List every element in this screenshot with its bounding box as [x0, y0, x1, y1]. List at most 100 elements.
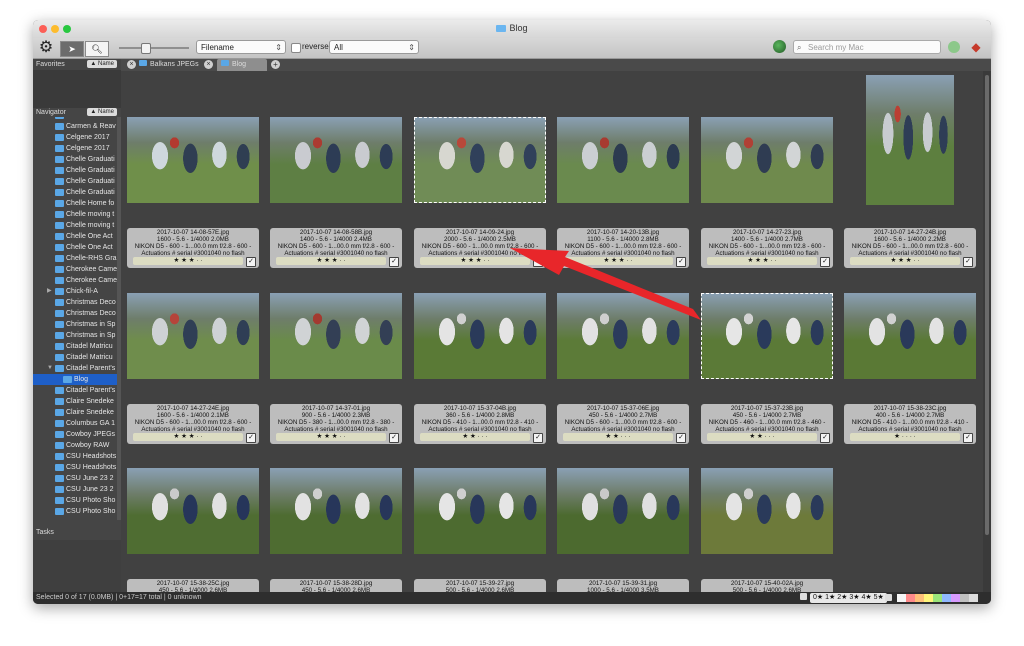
sidebar-item[interactable]: Cowboy JPEGs	[33, 429, 117, 440]
star-rating[interactable]: ★ ★ ★ · ·	[133, 433, 243, 441]
sidebar-item[interactable]: Christmas in Sp	[33, 330, 117, 341]
sidebar-item[interactable]: Blog	[33, 374, 117, 385]
photo-thumbnail[interactable]	[414, 468, 546, 554]
star-rating[interactable]: ★ ★ ★ · ·	[276, 433, 386, 441]
select-checkbox[interactable]: ✓	[246, 433, 256, 443]
pointer-tool-button[interactable]: ➤	[60, 41, 84, 57]
rating-filter-checkbox[interactable]	[800, 593, 807, 600]
sidebar-item[interactable]: CSU June 23 2	[33, 484, 117, 495]
sidebar-item[interactable]: Citadel Matricu	[33, 352, 117, 363]
star-rating[interactable]: ★ ★ ★ · ·	[563, 257, 673, 265]
thumbnail-metadata[interactable]: 2017-10-07 15-37-06E.jpg 450 - 5.6 - 1/40…	[557, 404, 689, 444]
color-label-swatch[interactable]	[933, 594, 942, 602]
sidebar-item[interactable]: Christmas Deco	[33, 308, 117, 319]
star-rating[interactable]: ★ ★ ★ · ·	[850, 257, 960, 265]
sidebar-item[interactable]: Chelle Home fo	[33, 198, 117, 209]
sidebar-item[interactable]: Citadel Parent's	[33, 385, 117, 396]
color-label-swatch[interactable]	[915, 594, 924, 602]
select-checkbox[interactable]: ✓	[820, 257, 830, 267]
rating-filter[interactable]: 0★ 1★ 2★ 3★ 4★ 5★	[800, 593, 887, 603]
color-label-swatch[interactable]	[942, 594, 951, 602]
sidebar-item[interactable]: Chelle moving t	[33, 209, 117, 220]
photo-thumbnail[interactable]	[127, 468, 259, 554]
thumbnail-metadata[interactable]: 2017-10-07 15-38-23C.jpg 400 - 5.6 - 1/40…	[844, 404, 976, 444]
sidebar-item[interactable]: Chelle moving t	[33, 220, 117, 231]
sidebar-item[interactable]: ▶ Chick-fil-A	[33, 286, 117, 297]
tab-balkans-jpegs[interactable]: Balkans JPEGs	[139, 60, 199, 70]
tab-blog-label[interactable]: Blog	[221, 60, 246, 70]
select-checkbox[interactable]: ✓	[963, 433, 973, 443]
star-rating[interactable]: ★ ★ ★ · ·	[420, 257, 530, 265]
photo-thumbnail[interactable]	[701, 468, 833, 554]
photo-thumbnail[interactable]	[270, 117, 402, 203]
photo-thumbnail[interactable]	[866, 75, 954, 205]
color-label-swatch[interactable]	[951, 594, 960, 602]
sidebar-item[interactable]: Chelle One Act	[33, 242, 117, 253]
photo-thumbnail[interactable]	[270, 293, 402, 379]
sidebar-item[interactable]: Celgene 2017	[33, 132, 117, 143]
sidebar-item[interactable]: Citadel Matricu	[33, 341, 117, 352]
sidebar-item[interactable]: CSU Headshots	[33, 462, 117, 473]
thumbnail-metadata[interactable]: 2017-10-07 14-27-23.jpg 1400 - 5.6 - 1/40…	[701, 228, 833, 268]
thumbnail-size-slider[interactable]	[119, 47, 189, 49]
close-tab-icon[interactable]: ×	[127, 60, 136, 69]
rating-filter-stars[interactable]: 0★ 1★ 2★ 3★ 4★ 5★	[810, 593, 887, 603]
reverse-checkbox[interactable]	[291, 43, 301, 53]
thumbnail-size-slider-knob[interactable]	[141, 43, 151, 54]
sidebar-item[interactable]: CSU June 23 2	[33, 473, 117, 484]
select-checkbox[interactable]: ✓	[533, 257, 543, 267]
content-scrollbar-thumb[interactable]	[985, 75, 989, 535]
photo-thumbnail[interactable]	[701, 117, 833, 203]
content-scrollbar[interactable]	[983, 71, 991, 592]
photo-thumbnail[interactable]	[414, 293, 546, 379]
photo-thumbnail[interactable]	[557, 293, 689, 379]
photo-thumbnail[interactable]	[844, 293, 976, 379]
color-label-swatch[interactable]	[960, 594, 969, 602]
sidebar-item[interactable]: Chelle Graduati	[33, 165, 117, 176]
select-checkbox[interactable]: ✓	[963, 257, 973, 267]
filter-select[interactable]: All ⇕	[329, 40, 419, 54]
star-rating[interactable]: ★ ★ ★ · ·	[707, 257, 817, 265]
thumbnail-metadata[interactable]: 2017-10-07 15-37-04B.jpg 360 - 5.6 - 1/40…	[414, 404, 546, 444]
zoom-tool-button[interactable]: 🔍︎	[85, 41, 109, 57]
select-checkbox[interactable]: ✓	[389, 433, 399, 443]
star-rating[interactable]: ★ · · · ·	[850, 433, 960, 441]
thumbnail-metadata[interactable]: 2017-10-07 15-39-27.jpg 500 - 5.6 - 1/400…	[414, 579, 546, 592]
disclosure-open-icon[interactable]: ▼	[47, 363, 53, 374]
gear-icon[interactable]: ⚙	[37, 39, 55, 57]
color-filter-checkbox[interactable]	[885, 594, 892, 601]
star-rating[interactable]: ★ ★ · · ·	[420, 433, 530, 441]
thumbnail-metadata[interactable]: 2017-10-07 14-27-24B.jpg 1600 - 5.6 - 1/4…	[844, 228, 976, 268]
thumbnail-metadata[interactable]: 2017-10-07 15-38-25C.jpg 450 - 5.6 - 1/40…	[127, 579, 259, 592]
photo-thumbnail[interactable]	[701, 293, 833, 379]
thumbnail-metadata[interactable]: 2017-10-07 14-27-24E.jpg 1600 - 5.6 - 1/4…	[127, 404, 259, 444]
select-checkbox[interactable]: ✓	[676, 433, 686, 443]
sidebar-item[interactable]: ▼ Citadel Parent's	[33, 363, 117, 374]
status-indicator-icon[interactable]	[948, 41, 960, 53]
sidebar-item[interactable]: Columbus GA 1	[33, 418, 117, 429]
sidebar-item[interactable]: Cherokee Came	[33, 275, 117, 286]
sidebar-item[interactable]: Cherokee Came	[33, 264, 117, 275]
sidebar-item[interactable]: Chelle Graduati	[33, 154, 117, 165]
sidebar-item[interactable]: Chelle Graduati	[33, 187, 117, 198]
sidebar-item[interactable]: Carmen & Reav	[33, 121, 117, 132]
globe-icon[interactable]	[773, 40, 786, 53]
disclosure-closed-icon[interactable]: ▶	[47, 286, 52, 297]
sidebar-item[interactable]: Chelle-RHS Gra	[33, 253, 117, 264]
app-icon[interactable]: ◆	[969, 40, 983, 54]
select-checkbox[interactable]: ✓	[389, 257, 399, 267]
thumbnail-metadata[interactable]: 2017-10-07 15-38-28D.jpg 450 - 5.6 - 1/40…	[270, 579, 402, 592]
thumbnail-metadata[interactable]: 2017-10-07 15-37-23B.jpg 450 - 5.6 - 1/40…	[701, 404, 833, 444]
sidebar-item[interactable]: Chelle One Act	[33, 231, 117, 242]
add-tab-icon[interactable]: +	[271, 60, 280, 69]
thumbnail-metadata[interactable]: 2017-10-07 14-08-58B.jpg 1400 - 5.6 - 1/4…	[270, 228, 402, 268]
search-input[interactable]: ⌕ Search my Mac	[793, 40, 941, 54]
sidebar-item[interactable]: Claire Snedeke	[33, 396, 117, 407]
thumbnail-metadata[interactable]: 2017-10-07 14-37-01.jpg 900 - 5.6 - 1/400…	[270, 404, 402, 444]
close-tab-icon[interactable]: ×	[204, 60, 213, 69]
navigator-sort-button[interactable]: ▲ Name	[87, 108, 117, 116]
sidebar-item[interactable]: CSU Photo Sho	[33, 495, 117, 506]
sidebar-item[interactable]: Christmas Deco	[33, 297, 117, 308]
photo-thumbnail[interactable]	[270, 468, 402, 554]
select-checkbox[interactable]: ✓	[820, 433, 830, 443]
